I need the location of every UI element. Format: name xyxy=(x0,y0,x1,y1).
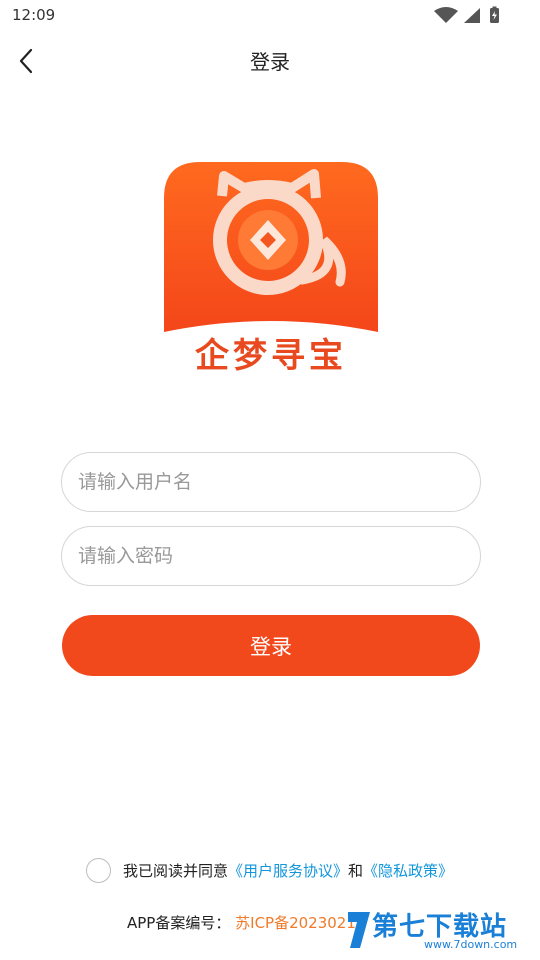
battery-icon xyxy=(490,6,499,23)
login-button[interactable]: 登录 xyxy=(62,615,480,676)
nav-bar: 登录 xyxy=(0,32,540,88)
password-input[interactable] xyxy=(62,527,480,585)
password-field-wrapper xyxy=(61,526,481,586)
username-input[interactable] xyxy=(62,453,480,511)
status-bar: 12:09 xyxy=(0,0,540,30)
username-field-wrapper xyxy=(61,452,481,512)
page-title: 登录 xyxy=(250,50,290,74)
icp-label: APP备案编号： xyxy=(127,914,231,932)
app-logo: 企梦寻宝 xyxy=(164,162,378,376)
status-time: 12:09 xyxy=(12,6,56,24)
icp-row: APP备案编号： 苏ICP备2023021 xyxy=(127,912,356,933)
agreement-prefix: 我已阅读并同意 xyxy=(123,861,229,880)
icp-value: 苏ICP备2023021 xyxy=(235,914,356,932)
watermark-url: www.7down.com xyxy=(424,938,518,951)
watermark: 第七下载站 www.7down.com xyxy=(344,904,534,956)
signal-icon xyxy=(464,8,480,23)
cat-coin-logo-icon xyxy=(164,162,378,332)
privacy-policy-link[interactable]: 《隐私政策》 xyxy=(363,860,453,881)
service-agreement-link[interactable]: 《用户服务协议》 xyxy=(228,860,348,881)
watermark-logo-icon xyxy=(348,912,370,948)
wifi-icon xyxy=(434,7,458,23)
logo-text: 企梦寻宝 xyxy=(195,336,347,376)
status-icons xyxy=(432,6,512,26)
agree-checkbox[interactable] xyxy=(86,857,111,883)
agreement-conjunction: 和 xyxy=(348,861,364,880)
agreement-row: 我已阅读并同意 《用户服务协议》 和 《隐私政策》 xyxy=(86,856,453,884)
